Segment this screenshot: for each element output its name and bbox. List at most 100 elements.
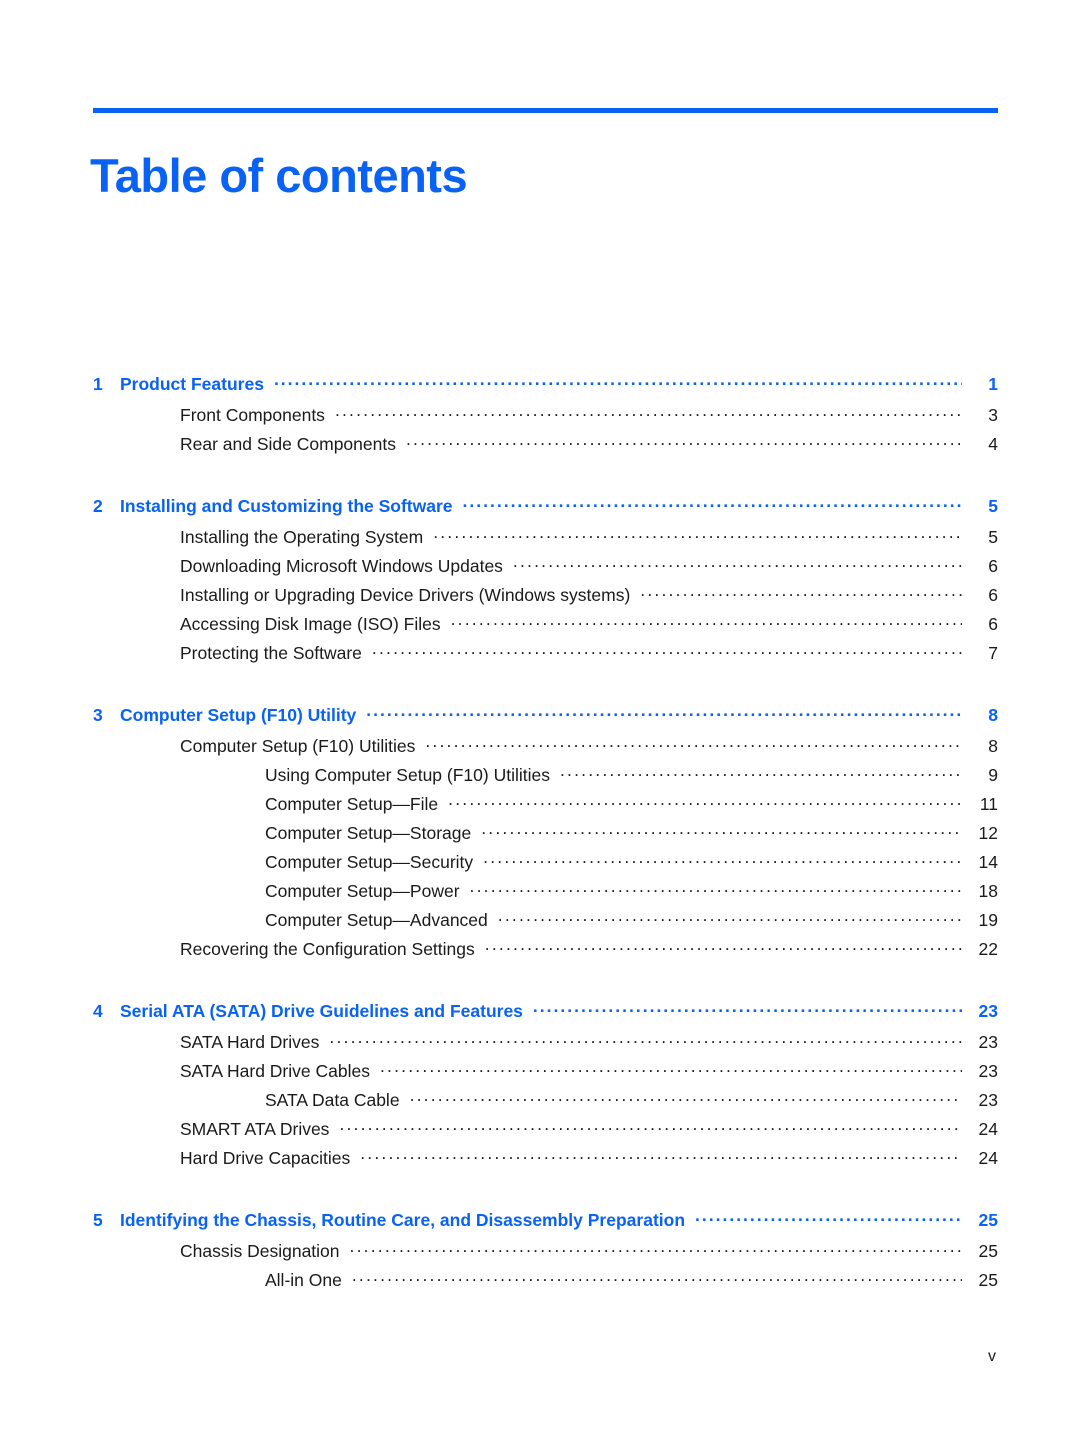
toc-entry-label: Recovering the Configuration Settings — [180, 938, 475, 959]
toc-entry-label: Computer Setup—File — [265, 793, 439, 814]
toc-entry-label: Downloading Microsoft Windows Updates — [180, 555, 503, 576]
toc-entry-label: Hard Drive Capacities — [180, 1147, 351, 1168]
toc-page-number: 19 — [978, 909, 998, 930]
title-rule-divider — [93, 108, 998, 113]
toc-entry-label: Computer Setup (F10) Utility — [120, 704, 357, 725]
toc-entry-row[interactable]: Rear and Side Components 4 — [93, 432, 998, 461]
toc-entry-label: Computer Setup—Security — [265, 851, 474, 872]
toc-dot-leader — [425, 734, 962, 752]
toc-entry-label: SATA Hard Drives — [180, 1031, 320, 1052]
toc-dot-leader — [483, 850, 962, 868]
toc-page-number: 4 — [988, 433, 998, 454]
toc-entry-label: Product Features — [120, 373, 264, 394]
toc-dot-leader — [451, 612, 962, 630]
toc-entry-label: All-in One — [265, 1269, 342, 1290]
toc-page-number: 6 — [988, 555, 998, 576]
toc-page-number: 3 — [988, 404, 998, 425]
toc-dot-leader — [533, 999, 962, 1017]
toc-dot-leader — [513, 554, 962, 572]
toc-entry-row[interactable]: Computer Setup—Storage 12 — [93, 821, 998, 850]
document-page: Table of contents 1 Product Features 1 Fron… — [0, 0, 1080, 1437]
toc-page-number: 22 — [978, 938, 998, 959]
page-number-footer: v — [988, 1348, 996, 1365]
toc-entry-row[interactable]: Installing the Operating System 5 — [93, 525, 998, 554]
toc-entry-label: SATA Data Cable — [265, 1089, 400, 1110]
toc-entry-row[interactable]: Computer Setup—Security 14 — [93, 850, 998, 879]
toc-page-number: 24 — [978, 1118, 998, 1139]
toc-page-number: 6 — [988, 613, 998, 634]
toc-entry-label: Computer Setup—Storage — [265, 822, 472, 843]
toc-page-number: 23 — [978, 1000, 998, 1021]
toc-entry-label: Serial ATA (SATA) Drive Guidelines and F… — [120, 1000, 523, 1021]
toc-entry-row[interactable]: All-in One 25 — [93, 1268, 998, 1297]
toc-entry-label: Installing the Operating System — [180, 526, 424, 547]
toc-entry-row[interactable]: Protecting the Software 7 — [93, 641, 998, 670]
toc-entry-row[interactable]: Hard Drive Capacities 24 — [93, 1146, 998, 1175]
toc-entry-row[interactable]: Computer Setup (F10) Utilities 8 — [93, 734, 998, 763]
toc-entry-row[interactable]: Installing or Upgrading Device Drivers (… — [93, 583, 998, 612]
toc-dot-leader — [463, 494, 962, 512]
toc-entry-row[interactable]: SMART ATA Drives 24 — [93, 1117, 998, 1146]
toc-chapter-row[interactable]: 2 Installing and Customizing the Software… — [93, 494, 998, 525]
toc-dot-leader — [335, 403, 962, 421]
toc-entry-row[interactable]: Chassis Designation 25 — [93, 1239, 998, 1268]
toc-chapter-row[interactable]: 1 Product Features 1 — [93, 372, 998, 403]
toc-chapter-row[interactable]: 3 Computer Setup (F10) Utility 8 — [93, 703, 998, 734]
toc-dot-leader — [560, 763, 962, 781]
toc-page-number: 11 — [979, 793, 998, 814]
toc-page-number: 25 — [978, 1209, 998, 1230]
toc-page-number: 8 — [988, 735, 998, 756]
toc-page-number: 18 — [978, 880, 998, 901]
toc-page-number: 14 — [978, 851, 998, 872]
toc-page-number: 23 — [978, 1031, 998, 1052]
toc-entry-label: Computer Setup—Power — [265, 880, 460, 901]
toc-chapter-row[interactable]: 4 Serial ATA (SATA) Drive Guidelines and … — [93, 999, 998, 1030]
toc-entry-label: Installing or Upgrading Device Drivers (… — [180, 584, 631, 605]
toc-entry-row[interactable]: Accessing Disk Image (ISO) Files 6 — [93, 612, 998, 641]
toc-dot-leader — [433, 525, 962, 543]
toc-chapter-number: 1 — [93, 373, 103, 394]
toc-entry-label: Chassis Designation — [180, 1240, 340, 1261]
toc-page-number: 23 — [978, 1089, 998, 1110]
toc-entry-row[interactable]: Using Computer Setup (F10) Utilities 9 — [93, 763, 998, 792]
toc-dot-leader — [339, 1117, 962, 1135]
toc-page-number: 8 — [988, 704, 998, 725]
toc-dot-leader — [470, 879, 962, 897]
toc-entry-label: SMART ATA Drives — [180, 1118, 330, 1139]
toc-entry-label: Identifying the Chassis, Routine Care, a… — [120, 1209, 686, 1230]
toc-entry-row[interactable]: Computer Setup—Power 18 — [93, 879, 998, 908]
toc-dot-leader — [640, 583, 962, 601]
toc-dot-leader — [410, 1088, 962, 1106]
toc-page-number: 25 — [978, 1269, 998, 1290]
toc-entry-row[interactable]: Computer Setup—File 11 — [93, 792, 998, 821]
toc-dot-leader — [372, 641, 962, 659]
toc-page-number: 24 — [978, 1147, 998, 1168]
toc-chapter-row[interactable]: 5 Identifying the Chassis, Routine Care, … — [93, 1208, 998, 1239]
table-of-contents: 1 Product Features 1 Front Components 3 Rear … — [93, 372, 998, 1297]
toc-entry-label: SATA Hard Drive Cables — [180, 1060, 370, 1081]
toc-dot-leader — [366, 703, 962, 721]
toc-dot-leader — [350, 1239, 962, 1257]
toc-dot-leader — [498, 908, 962, 926]
toc-entry-row[interactable]: Downloading Microsoft Windows Updates 6 — [93, 554, 998, 583]
toc-entry-row[interactable]: SATA Hard Drive Cables 23 — [93, 1059, 998, 1088]
toc-entry-label: Computer Setup (F10) Utilities — [180, 735, 416, 756]
toc-page-number: 1 — [988, 373, 998, 394]
toc-entry-label: Accessing Disk Image (ISO) Files — [180, 613, 441, 634]
toc-dot-leader — [274, 372, 962, 390]
toc-dot-leader — [448, 792, 962, 810]
toc-page-number: 25 — [978, 1240, 998, 1261]
toc-dot-leader — [329, 1030, 962, 1048]
toc-page-number: 9 — [988, 764, 998, 785]
toc-dot-leader — [406, 432, 962, 450]
toc-entry-row[interactable]: Recovering the Configuration Settings 22 — [93, 937, 998, 966]
toc-entry-row[interactable]: Computer Setup—Advanced 19 — [93, 908, 998, 937]
toc-page-number: 12 — [978, 822, 998, 843]
toc-dot-leader — [695, 1208, 962, 1226]
toc-entry-label: Using Computer Setup (F10) Utilities — [265, 764, 550, 785]
toc-dot-leader — [380, 1059, 962, 1077]
toc-entry-row[interactable]: Front Components 3 — [93, 403, 998, 432]
toc-dot-leader — [360, 1146, 962, 1164]
toc-entry-row[interactable]: SATA Hard Drives 23 — [93, 1030, 998, 1059]
toc-entry-row[interactable]: SATA Data Cable 23 — [93, 1088, 998, 1117]
